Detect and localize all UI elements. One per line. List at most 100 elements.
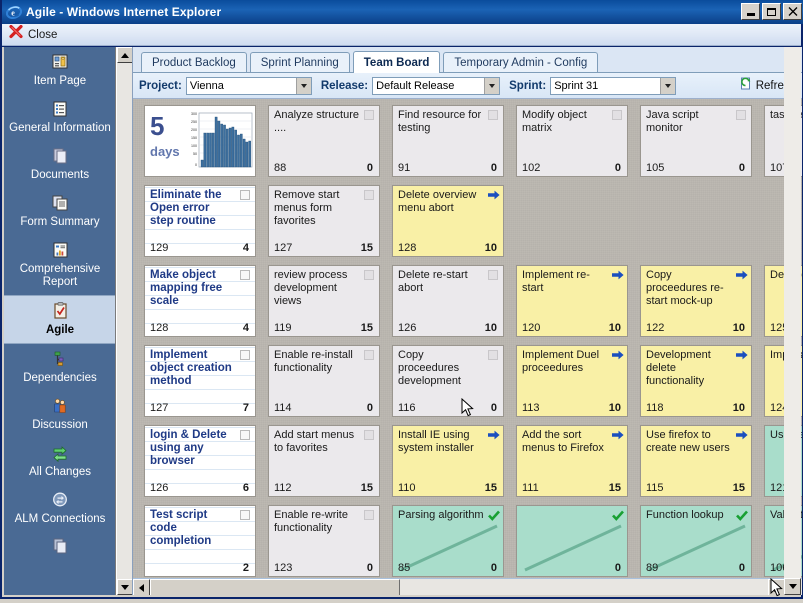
card-checkbox-icon[interactable]: [240, 430, 250, 440]
card-title: Development delete functionality: [646, 349, 711, 387]
card-checkbox-icon[interactable]: [240, 350, 250, 360]
card-checkbox-icon[interactable]: [240, 510, 250, 520]
card-checkbox-icon[interactable]: [364, 430, 374, 440]
board-card[interactable]: Parsing algorithm 85 0: [392, 505, 504, 577]
red-x-icon[interactable]: [9, 24, 23, 44]
card-checkbox-icon[interactable]: [364, 110, 374, 120]
sidebar-item-dependencies[interactable]: Dependencies: [4, 344, 115, 391]
board-card[interactable]: Enable re-write functionality 123 0: [268, 505, 380, 577]
board-card[interactable]: Function lookup 89 0: [640, 505, 752, 577]
tab-sprint-planning[interactable]: Sprint Planning: [249, 52, 350, 72]
sidebar-scrollbar[interactable]: [116, 47, 133, 595]
card-checkbox-icon[interactable]: [240, 190, 250, 200]
card-title: Implement object creation method: [150, 349, 232, 387]
board-card[interactable]: Eliminate the Open error step routine 12…: [144, 185, 256, 257]
sidebar-item-label: General Information: [9, 122, 111, 134]
board-card[interactable]: Delete overview menu abort 128 10: [392, 185, 504, 257]
window-vertical-scrollbar[interactable]: [784, 47, 801, 595]
tab-temporary-admin-config[interactable]: Temporary Admin - Config: [443, 52, 599, 72]
board-card[interactable]: Copy proceedures development 116 0: [392, 345, 504, 417]
sidebar-item-agile[interactable]: Agile: [4, 295, 115, 344]
card-checkbox-icon[interactable]: [736, 110, 746, 120]
chevron-down-icon[interactable]: [295, 77, 311, 94]
card-checkbox-icon[interactable]: [240, 270, 250, 280]
board-card[interactable]: Implement object creation method 127 7: [144, 345, 256, 417]
sidebar-item-all-changes[interactable]: All Changes: [4, 438, 115, 485]
board-card[interactable]: Add the sort menus to Firefox 111 15: [516, 425, 628, 497]
board-card[interactable]: Analyze structure .... 88 0: [268, 105, 380, 177]
sidebar-item-discussion[interactable]: Discussion: [4, 391, 115, 438]
sidebar-item-general-information[interactable]: General Information: [4, 94, 115, 141]
card-id: 113: [522, 402, 540, 414]
sidebar-item-item-page[interactable]: Item Page: [4, 47, 115, 94]
board-card[interactable]: Modify object matrix 102 0: [516, 105, 628, 177]
sidebar-scroll-up-button[interactable]: [117, 47, 133, 63]
sidebar-item-form-summary[interactable]: Form Summary: [4, 188, 115, 235]
board-card[interactable]: Delete re-start abort 126 10: [392, 265, 504, 337]
card-points: 15: [484, 482, 497, 494]
window-scroll-down-button[interactable]: [784, 578, 801, 595]
burndown-chart-card[interactable]: 5 days 300 250 200 150 100 50 0: [144, 105, 256, 177]
board-card[interactable]: login & Delete using any browser 126 6: [144, 425, 256, 497]
sidebar-item-alm-connections[interactable]: ALM Connections: [4, 485, 115, 532]
board-card[interactable]: Implement re-start 120 10: [516, 265, 628, 337]
card-checkbox-icon[interactable]: [488, 270, 498, 280]
close-window-button[interactable]: [783, 3, 802, 20]
board-card[interactable]: 0: [516, 505, 628, 577]
sidebar-scrollbar-track[interactable]: [117, 63, 133, 579]
card-title: Install IE using system installer: [398, 429, 474, 454]
card-checkbox-icon[interactable]: [364, 270, 374, 280]
board-card[interactable]: Find resource for testing 91 0: [392, 105, 504, 177]
window-title: Agile - Windows Internet Explorer: [26, 5, 222, 19]
board-card[interactable]: Remove start menus form favorites 127 15: [268, 185, 380, 257]
maximize-button[interactable]: [762, 3, 781, 20]
card-checkbox-icon[interactable]: [364, 190, 374, 200]
board-card[interactable]: Java script monitor 105 0: [640, 105, 752, 177]
board-card[interactable]: Development delete functionality 118 10: [640, 345, 752, 417]
card-title: Enable re-write functionality: [274, 509, 348, 534]
card-checkbox-icon[interactable]: [488, 110, 498, 120]
card-id: 111: [522, 482, 539, 494]
sidebar-item-copy[interactable]: [4, 532, 115, 566]
close-toolbar: Close: [2, 24, 801, 46]
card-points: 0: [366, 562, 373, 574]
board-card[interactable]: Enable re-install functionality 114 0: [268, 345, 380, 417]
board-card[interactable]: Test script code completion 2: [144, 505, 256, 577]
board-card[interactable]: Install IE using system installer 110 15: [392, 425, 504, 497]
board-card[interactable]: Implement Duel proceedures 113 10: [516, 345, 628, 417]
card-checkbox-icon[interactable]: [364, 350, 374, 360]
tab-team-board[interactable]: Team Board: [352, 51, 441, 73]
board-card[interactable]: review process development views 119 15: [268, 265, 380, 337]
sidebar-scroll-down-button[interactable]: [117, 579, 133, 595]
sidebar-item-comprehensive-report[interactable]: Comprehensive Report: [4, 235, 115, 295]
board-card[interactable]: Add start menus to favorites 112 15: [268, 425, 380, 497]
sidebar-item-documents[interactable]: Documents: [4, 141, 115, 188]
board-card[interactable]: Make object mapping free scale 128 4: [144, 265, 256, 337]
card-checkbox-icon[interactable]: [488, 350, 498, 360]
card-id: 115: [646, 482, 664, 494]
board-scroll-right-button[interactable]: [768, 579, 785, 595]
general-information-icon: [49, 99, 71, 119]
chevron-down-icon[interactable]: [484, 77, 500, 94]
card-points: 0: [366, 162, 373, 174]
sprint-dropdown[interactable]: Sprint 31: [550, 76, 677, 95]
release-dropdown[interactable]: Default Release: [372, 76, 501, 95]
agile-clipboard-icon: [49, 301, 71, 321]
card-id: 102: [522, 162, 541, 174]
board-card[interactable]: Use firefox to create new users 115 15: [640, 425, 752, 497]
board-hscroll-thumb[interactable]: [150, 579, 400, 595]
board-horizontal-scrollbar[interactable]: [133, 578, 802, 595]
project-dropdown[interactable]: Vienna: [185, 76, 312, 95]
board-card[interactable]: Copy proceedures re-start mock-up 122 10: [640, 265, 752, 337]
card-title: Implement re-start: [522, 269, 590, 294]
card-checkbox-icon[interactable]: [364, 510, 374, 520]
minimize-button[interactable]: [741, 3, 760, 20]
tab-product-backlog[interactable]: Product Backlog: [141, 52, 247, 72]
card-title: Add the sort menus to Firefox: [522, 429, 604, 454]
card-checkbox-icon[interactable]: [612, 110, 622, 120]
svg-text:150: 150: [191, 136, 197, 140]
board-scroll-left-button[interactable]: [133, 579, 150, 595]
close-button-label[interactable]: Close: [28, 29, 57, 41]
chevron-down-icon[interactable]: [660, 77, 676, 94]
title-bar: e Agile - Windows Internet Explorer: [2, 0, 803, 24]
